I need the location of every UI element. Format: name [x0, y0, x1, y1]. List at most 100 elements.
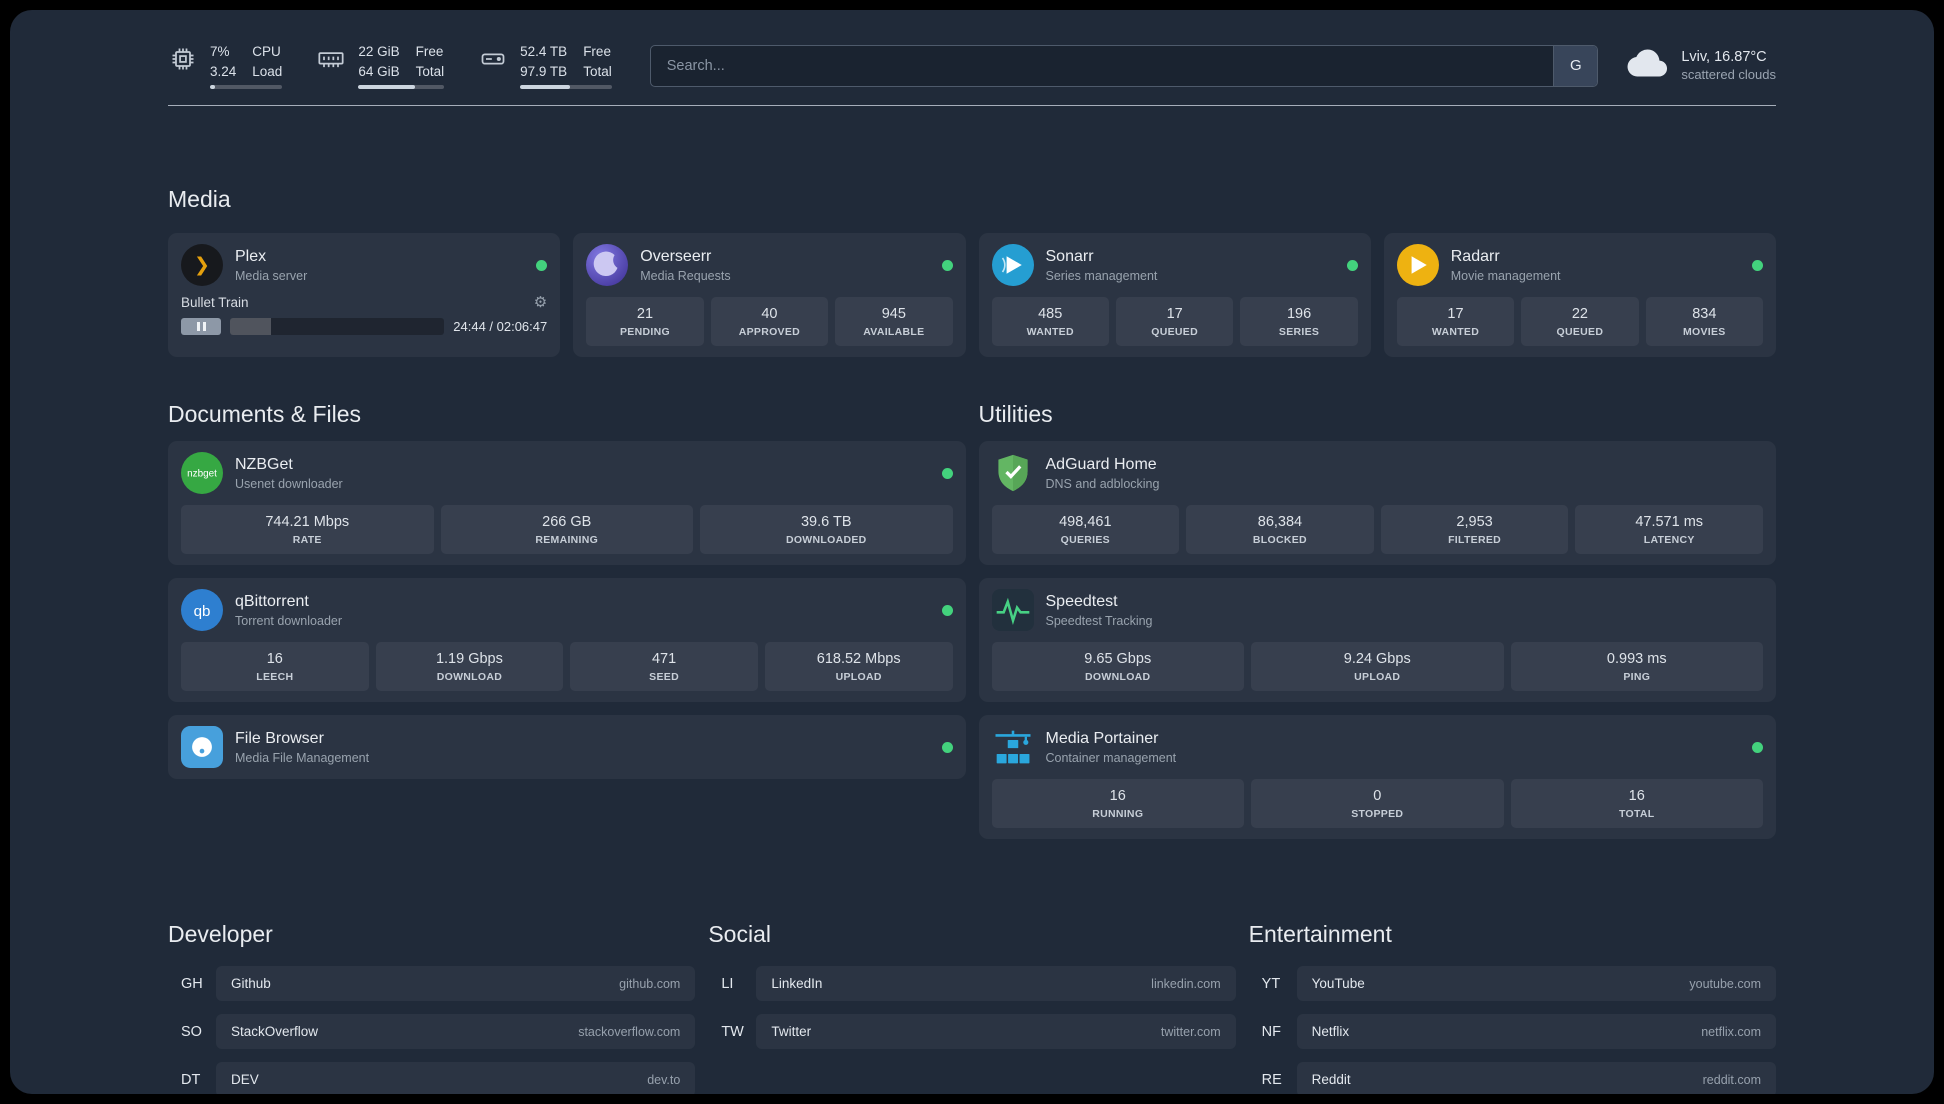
service-description: DNS and adblocking [1045, 476, 1160, 491]
bookmark-stackoverflow[interactable]: SO StackOverflow stackoverflow.com [168, 1014, 696, 1050]
cpu-icon [168, 44, 198, 74]
bookmark-group-entertainment: Entertainment YT YouTube youtube.com NF … [1249, 921, 1776, 1094]
stat-label: QUERIES [1060, 534, 1110, 547]
stat-tile: 471 SEED [570, 642, 758, 692]
stat-tile: 16 TOTAL [1510, 779, 1763, 829]
status-dot [941, 467, 953, 479]
disk-free-label: Free [583, 44, 611, 59]
stat-value: 16 [1109, 788, 1126, 805]
status-dot [941, 259, 953, 271]
stat-tile: 16 RUNNING [991, 779, 1244, 829]
stat-value: 16 [1628, 788, 1645, 805]
bookmark-reddit[interactable]: RE Reddit reddit.com [1249, 1062, 1776, 1094]
service-card-media-portainer[interactable]: Media Portainer Container management 16 … [978, 715, 1776, 840]
cpu-load-label: Load [252, 63, 283, 79]
bookmark-pill: Netflix netflix.com [1296, 1014, 1776, 1050]
service-card-nzbget[interactable]: nzbget NZBGet Usenet downloader 744.21 M… [168, 441, 966, 566]
service-card-qbittorrent[interactable]: qb qBittorrent Torrent downloader 16 LEE… [168, 578, 966, 703]
service-card-file-browser[interactable]: File Browser Media File Management [168, 715, 966, 780]
service-card-adguard-home[interactable]: AdGuard Home DNS and adblocking 498,461 … [978, 441, 1776, 566]
stat-tile: 22 QUEUED [1521, 297, 1639, 347]
bookmark-abbr: DT [181, 1071, 201, 1088]
gear-icon[interactable]: ⚙ [534, 295, 547, 310]
service-name: Plex [235, 247, 267, 265]
stat-value: 1.19 Gbps [435, 651, 503, 668]
bookmark-group-social: Social LI LinkedIn linkedin.com TW Twitt… [708, 921, 1236, 1062]
search-input[interactable] [649, 44, 1599, 87]
bookmark-abbr: GH [181, 975, 203, 992]
stat-value: 0 [1373, 788, 1382, 805]
service-description: Speedtest Tracking [1045, 613, 1153, 628]
bookmark-pill: DEV dev.to [216, 1062, 696, 1094]
bookmark-abbr: YT [1261, 975, 1281, 992]
service-card-speedtest[interactable]: Speedtest Speedtest Tracking 9.65 Gbps D… [978, 578, 1776, 703]
bookmark-netflix[interactable]: NF Netflix netflix.com [1249, 1014, 1776, 1050]
service-card-radarr[interactable]: Radarr Movie management 17 WANTED 22 QUE… [1383, 233, 1776, 358]
bookmark-abbr: TW [721, 1023, 744, 1040]
service-description: Movie management [1450, 268, 1561, 283]
disk-icon [478, 44, 508, 74]
bookmark-name: LinkedIn [771, 976, 823, 992]
bookmark-name: StackOverflow [231, 1024, 319, 1040]
memory-usage-bar [358, 85, 445, 90]
radarr-icon [1396, 244, 1439, 287]
pause-button[interactable] [181, 318, 221, 336]
bookmark-linkedin[interactable]: LI LinkedIn linkedin.com [708, 966, 1236, 1002]
bookmark-pill: Twitter twitter.com [756, 1014, 1236, 1050]
stat-label: UPLOAD [1354, 671, 1401, 684]
section-title-developer: Developer [168, 921, 273, 948]
disk-total-value: 97.9 TB [520, 63, 568, 79]
service-description: Media server [235, 268, 308, 283]
now-playing-title: Bullet Train [181, 295, 249, 311]
portainer-icon [992, 726, 1034, 768]
bookmark-pill: Reddit reddit.com [1296, 1062, 1776, 1094]
service-description: Media Requests [640, 268, 731, 283]
stat-value: 86,384 [1257, 514, 1303, 531]
top-bar: 7% 3.24 CPU Load 22 GiB 64 GiB Free Tota… [168, 10, 1776, 90]
section-media: Media ❯ Plex Media server Bullet Train ⚙… [168, 186, 1776, 358]
section-title-social: Social [708, 921, 771, 948]
service-card-plex[interactable]: ❯ Plex Media server Bullet Train ⚙ 24:44… [168, 233, 561, 358]
filebrowser-icon [181, 726, 223, 769]
service-card-sonarr[interactable]: Sonarr Series management 485 WANTED 17 Q… [978, 233, 1371, 358]
search-bar: G [649, 44, 1599, 87]
stat-value: 2,953 [1456, 514, 1493, 531]
service-description: Media File Management [235, 750, 370, 765]
stat-value: 17 [1447, 306, 1464, 323]
service-description: Container management [1045, 750, 1177, 765]
disk-free-value: 52.4 TB [520, 44, 568, 59]
bookmark-name: Reddit [1311, 1072, 1351, 1088]
weather-widget: Lviv, 16.87°C scattered clouds [1626, 48, 1776, 83]
stat-tile: 21 PENDING [586, 297, 704, 347]
bookmark-dev[interactable]: DT DEV dev.to [168, 1062, 696, 1094]
service-name: Radarr [1450, 247, 1500, 265]
stat-label: DOWNLOADED [785, 534, 867, 547]
playback-progress-bar[interactable] [230, 318, 445, 336]
memory-widget: 22 GiB 64 GiB Free Total [316, 42, 445, 90]
bookmark-name: DEV [231, 1072, 259, 1088]
section-title-documents: Documents & Files [168, 401, 362, 428]
disk-total-label: Total [583, 63, 612, 79]
service-card-overseerr[interactable]: Overseerr Media Requests 21 PENDING 40 A… [573, 233, 966, 358]
bookmark-group-developer: Developer GH Github github.com SO StackO… [168, 921, 696, 1094]
stat-tile: 834 MOVIES [1645, 297, 1764, 347]
stat-label: QUEUED [1151, 326, 1198, 339]
search-provider-button[interactable]: G [1553, 45, 1598, 86]
bookmark-youtube[interactable]: YT YouTube youtube.com [1249, 966, 1776, 1002]
bookmark-twitter[interactable]: TW Twitter twitter.com [708, 1014, 1236, 1050]
stat-value: 471 [651, 651, 677, 668]
stat-label: PENDING [619, 326, 670, 339]
disk-widget: 52.4 TB 97.9 TB Free Total [478, 42, 612, 90]
status-dot [1752, 259, 1763, 271]
header-divider [168, 105, 1776, 107]
bookmark-name: YouTube [1311, 976, 1365, 992]
stat-tile: 266 GB REMAINING [440, 505, 693, 555]
stat-value: 21 [636, 306, 654, 323]
service-description: Torrent downloader [235, 613, 343, 628]
bookmark-pill: Github github.com [216, 966, 696, 1002]
bookmark-github[interactable]: GH Github github.com [168, 966, 696, 1002]
stat-tile: 2,953 FILTERED [1380, 505, 1569, 555]
stat-tile: 39.6 TB DOWNLOADED [700, 505, 953, 555]
section-title-utilities: Utilities [978, 401, 1053, 428]
stat-tile: 86,384 BLOCKED [1186, 505, 1374, 555]
